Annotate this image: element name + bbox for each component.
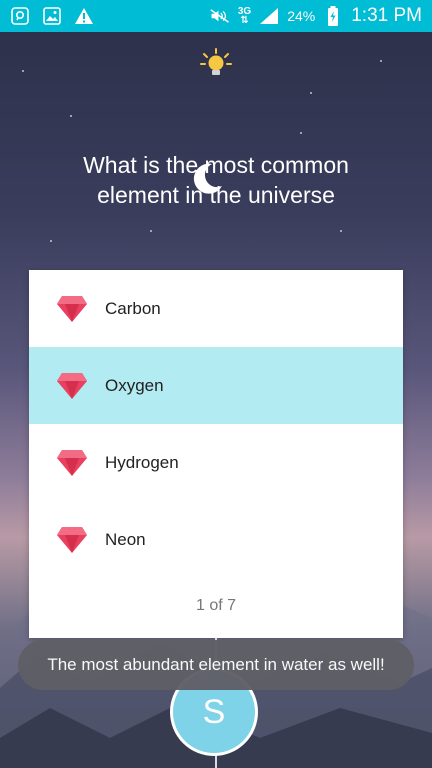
answer-option-carbon[interactable]: Carbon xyxy=(29,270,403,347)
gem-icon xyxy=(57,526,87,553)
answer-option-oxygen[interactable]: Oxygen xyxy=(29,347,403,424)
app-notification-icon xyxy=(10,6,30,26)
warning-icon xyxy=(74,6,94,26)
answer-label: Oxygen xyxy=(105,375,164,395)
star xyxy=(380,60,382,62)
gem-icon xyxy=(57,372,87,399)
mute-icon xyxy=(210,6,230,26)
answer-label: Neon xyxy=(105,529,146,549)
network-type: 3G ⇅ xyxy=(237,6,252,26)
answer-card: Carbon Oxygen Hydrogen Neon 1 of 7 xyxy=(29,270,403,638)
star xyxy=(310,92,312,94)
system-icons: 3G ⇅ 24% 1:31 PM xyxy=(210,5,422,27)
gem-icon xyxy=(57,295,87,322)
question-progress: 1 of 7 xyxy=(195,597,237,614)
battery-percentage: 24% xyxy=(287,8,316,24)
avatar-initial: S xyxy=(202,692,226,731)
status-bar: 3G ⇅ 24% 1:31 PM xyxy=(0,0,432,32)
clock: 1:31 PM xyxy=(351,5,422,26)
lightbulb-icon[interactable] xyxy=(200,48,232,80)
battery-charging-icon xyxy=(323,6,343,26)
star xyxy=(300,132,302,134)
toast-text: The most abundant element in water as we… xyxy=(47,655,385,674)
star xyxy=(340,230,342,232)
toast-message: The most abundant element in water as we… xyxy=(18,640,414,690)
notification-icons xyxy=(10,6,94,26)
star xyxy=(50,240,52,242)
answer-label: Carbon xyxy=(105,298,161,318)
answer-option-neon[interactable]: Neon xyxy=(29,501,403,578)
gallery-icon xyxy=(42,6,62,26)
answer-option-hydrogen[interactable]: Hydrogen xyxy=(29,424,403,501)
answer-label: Hydrogen xyxy=(105,452,179,472)
gem-icon xyxy=(57,449,87,476)
question-text: What is the most common element in the u… xyxy=(83,152,349,208)
star xyxy=(150,230,152,232)
star xyxy=(22,70,24,72)
star xyxy=(70,115,72,117)
signal-icon xyxy=(259,6,279,26)
